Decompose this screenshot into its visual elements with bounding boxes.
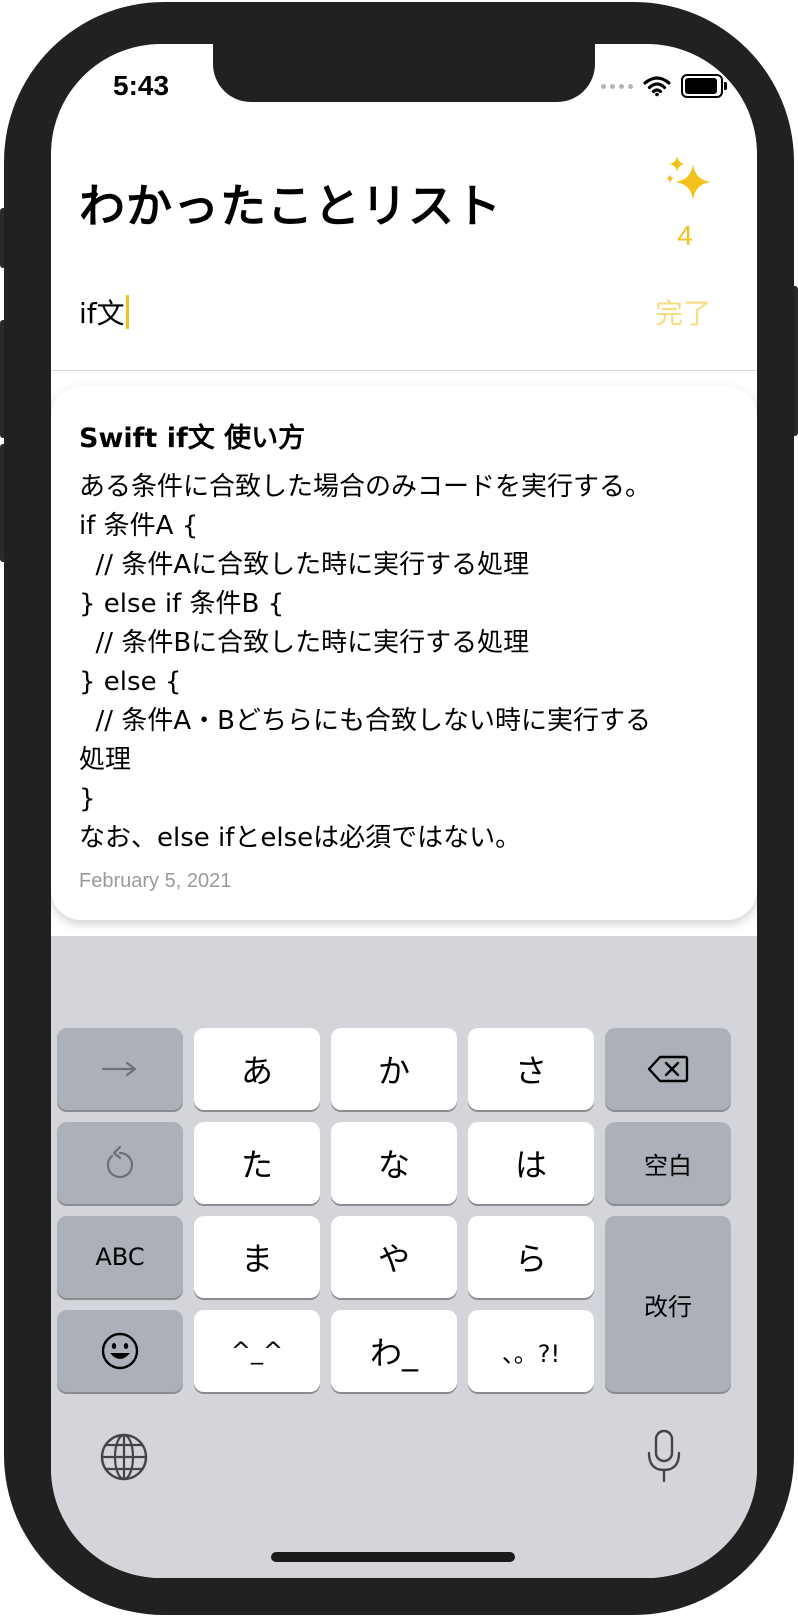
status-icons bbox=[601, 74, 727, 98]
backspace-icon bbox=[647, 1055, 689, 1083]
key-kaomoji-label: ^_^ bbox=[230, 1337, 284, 1365]
undo-icon bbox=[106, 1145, 134, 1179]
sparkle-count: 4 bbox=[677, 220, 693, 251]
key-punctuation-label: 、。?! bbox=[501, 1339, 561, 1368]
card-date: February 5, 2021 bbox=[79, 870, 232, 892]
key-sa[interactable]: さ bbox=[468, 1028, 594, 1110]
key-wa[interactable]: わ_ bbox=[331, 1310, 457, 1392]
card-body: ある条件に合致した場合のみコードを実行する。 if 条件A { // 条件Aに合… bbox=[79, 472, 652, 853]
undo-key[interactable] bbox=[57, 1122, 183, 1204]
arrow-right-key[interactable] bbox=[57, 1028, 183, 1110]
phone-frame: 5:43 わかったことリスト 4 if文 完了 Swift if文 使い方 ある… bbox=[4, 2, 794, 1615]
return-key-label: 改行 bbox=[644, 1292, 692, 1321]
divider bbox=[51, 370, 757, 371]
key-ya[interactable]: や bbox=[331, 1216, 457, 1298]
keyboard: あ か さ た な は 空白 ABC ま や ら 改行 ^_^ わ_ 、。?! bbox=[51, 936, 757, 1578]
done-button[interactable]: 完了 bbox=[655, 292, 711, 332]
microphone-icon[interactable] bbox=[645, 1428, 683, 1484]
text-caret bbox=[125, 295, 129, 329]
key-ha[interactable]: は bbox=[468, 1122, 594, 1204]
page-title: わかったことリスト bbox=[79, 179, 502, 233]
emoji-key[interactable] bbox=[57, 1310, 183, 1392]
battery-icon bbox=[681, 74, 727, 98]
entry-input-row[interactable]: if文 完了 bbox=[79, 290, 711, 334]
note-card[interactable]: Swift if文 使い方 ある条件に合致した場合のみコードを実行する。 if … bbox=[51, 386, 757, 920]
key-ka[interactable]: か bbox=[331, 1028, 457, 1110]
key-ta[interactable]: た bbox=[194, 1122, 320, 1204]
key-ra[interactable]: ら bbox=[468, 1216, 594, 1298]
signal-icon bbox=[601, 83, 633, 89]
key-wa-label: わ_ bbox=[369, 1334, 418, 1372]
space-key[interactable]: 空白 bbox=[605, 1122, 731, 1204]
abc-key-label: ABC bbox=[95, 1243, 145, 1271]
delete-key[interactable] bbox=[605, 1028, 731, 1110]
sparkles-icon[interactable] bbox=[663, 154, 715, 206]
screen: 5:43 わかったことリスト 4 if文 完了 Swift if文 使い方 ある… bbox=[51, 44, 757, 1578]
space-key-label: 空白 bbox=[644, 1151, 692, 1180]
emoji-icon bbox=[101, 1332, 139, 1370]
entry-input[interactable]: if文 bbox=[79, 292, 129, 332]
status-time: 5:43 bbox=[113, 70, 170, 101]
wifi-icon bbox=[643, 76, 671, 97]
entry-input-value: if文 bbox=[79, 297, 125, 330]
key-na[interactable]: な bbox=[331, 1122, 457, 1204]
globe-icon[interactable] bbox=[99, 1432, 149, 1482]
notch bbox=[213, 44, 595, 102]
key-kaomoji[interactable]: ^_^ bbox=[194, 1310, 320, 1392]
home-indicator bbox=[271, 1552, 515, 1562]
return-key[interactable]: 改行 bbox=[605, 1216, 731, 1392]
key-punctuation[interactable]: 、。?! bbox=[468, 1310, 594, 1392]
card-title: Swift if文 使い方 bbox=[79, 423, 306, 454]
key-a[interactable]: あ bbox=[194, 1028, 320, 1110]
arrow-right-icon bbox=[101, 1061, 137, 1077]
key-ma[interactable]: ま bbox=[194, 1216, 320, 1298]
abc-key[interactable]: ABC bbox=[57, 1216, 183, 1298]
